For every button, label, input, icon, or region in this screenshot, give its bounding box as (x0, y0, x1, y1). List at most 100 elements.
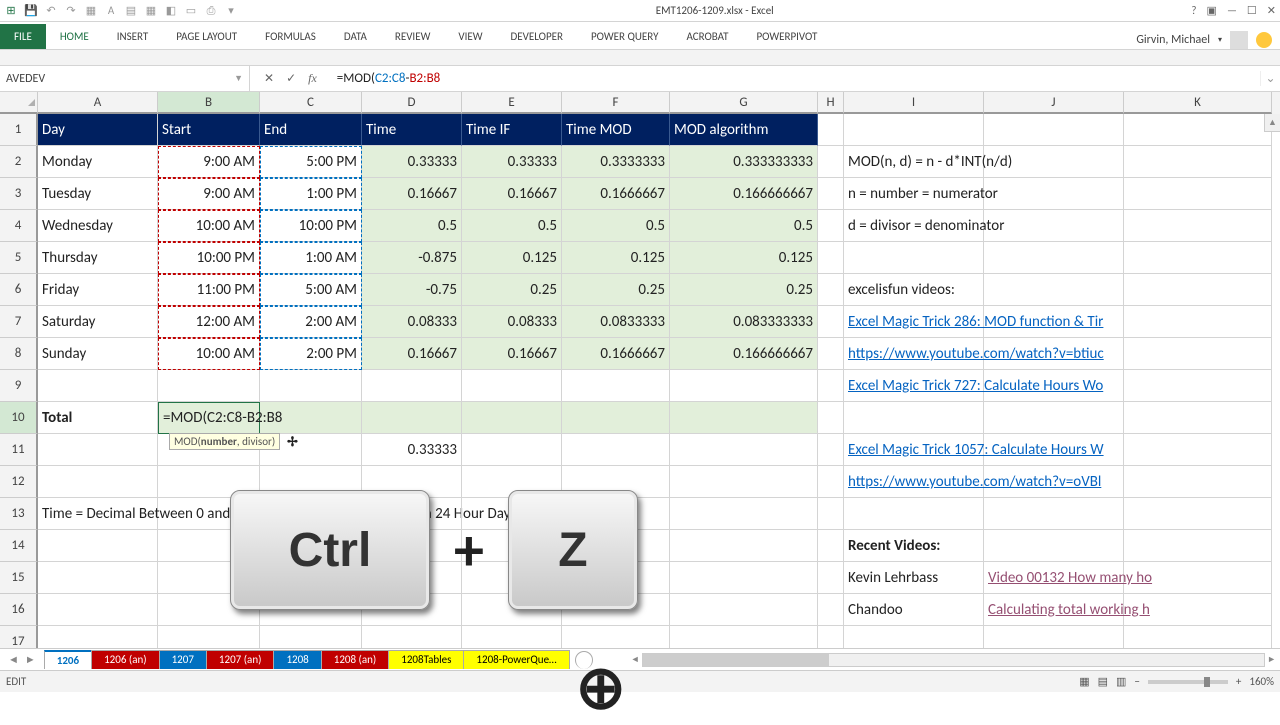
save-icon[interactable]: 💾 (24, 4, 38, 18)
cell[interactable] (1124, 402, 1272, 434)
ribbon-tab[interactable]: REVIEW (381, 24, 445, 49)
col-header[interactable]: H (818, 92, 844, 114)
cell[interactable]: 0.0833333 (562, 306, 670, 338)
sheet-tab[interactable]: 1207 (159, 650, 207, 669)
select-all-corner[interactable] (0, 92, 38, 114)
qat-icon[interactable]: ▦ (144, 4, 158, 18)
cell[interactable] (984, 498, 1124, 530)
cell[interactable]: https://www.youtube.com/watch?v=btiuc (844, 338, 984, 370)
cell[interactable]: 0.33333 (362, 434, 462, 466)
enter-icon[interactable]: ✓ (286, 71, 296, 86)
cell[interactable] (1124, 178, 1272, 210)
cell[interactable]: Video 00132 How many ho (984, 562, 1124, 594)
qat-icon[interactable]: ▦ (84, 4, 98, 18)
qat-icon[interactable]: ▾ (224, 4, 238, 18)
scroll-left-icon[interactable]: ◄ (631, 654, 640, 665)
qat-icon[interactable]: A (104, 4, 118, 18)
cell[interactable] (1124, 594, 1272, 626)
col-header[interactable]: J (984, 92, 1124, 114)
cell[interactable] (670, 626, 818, 648)
cell[interactable]: Recent Videos: (844, 530, 984, 562)
cell[interactable]: 0.08333 (462, 306, 562, 338)
cell[interactable]: 0.125 (670, 242, 818, 274)
cell[interactable]: 1:00 AM (260, 242, 362, 274)
name-box-dropdown-icon[interactable]: ▼ (234, 73, 243, 84)
col-header[interactable]: F (562, 92, 670, 114)
cell[interactable]: Time IF (462, 114, 562, 146)
maximize-icon[interactable]: ☐ (1247, 4, 1257, 17)
cell[interactable] (38, 530, 158, 562)
cell[interactable]: Calculating total working h (984, 594, 1124, 626)
cell[interactable] (670, 466, 818, 498)
cell[interactable]: Kevin Lehrbass (844, 562, 984, 594)
tab-nav-prev-icon[interactable]: ◄ (6, 653, 21, 666)
ribbon-tab[interactable]: VIEW (444, 24, 496, 49)
cell[interactable]: excelisfun videos: (844, 274, 984, 306)
cell[interactable] (818, 466, 844, 498)
cell[interactable]: Friday (38, 274, 158, 306)
cell[interactable] (260, 626, 362, 648)
zoom-slider[interactable] (1148, 680, 1228, 684)
cell[interactable] (984, 210, 1124, 242)
cell[interactable]: 10:00 AM (158, 210, 260, 242)
cell[interactable] (1124, 370, 1272, 402)
cell[interactable]: 0.16667 (462, 338, 562, 370)
row-header[interactable]: 16 (0, 594, 38, 626)
cell[interactable]: 0.16667 (462, 178, 562, 210)
cell[interactable]: 10:00 AM (158, 338, 260, 370)
sheet-tab[interactable]: 1208-PowerQue… (463, 650, 569, 669)
col-header[interactable]: E (462, 92, 562, 114)
cell[interactable]: 0.083333333 (670, 306, 818, 338)
cell[interactable] (1124, 434, 1272, 466)
ribbon-tab[interactable]: HOME (46, 24, 103, 49)
cell[interactable] (1124, 466, 1272, 498)
row-header[interactable]: 14 (0, 530, 38, 562)
cell[interactable] (818, 146, 844, 178)
cell[interactable]: Time MOD (562, 114, 670, 146)
cell[interactable] (1124, 530, 1272, 562)
fx-icon[interactable]: fx (308, 71, 317, 86)
cell[interactable] (984, 370, 1124, 402)
cell[interactable]: Chandoo (844, 594, 984, 626)
cell[interactable]: 0.33333 (462, 146, 562, 178)
row-header[interactable]: 8 (0, 338, 38, 370)
cell[interactable] (818, 498, 844, 530)
row-header[interactable]: 2 (0, 146, 38, 178)
cell[interactable] (462, 626, 562, 648)
cell[interactable] (158, 626, 260, 648)
ribbon-tab[interactable]: INSERT (103, 24, 163, 49)
row-header[interactable]: 10 (0, 402, 38, 434)
cell[interactable]: https://www.youtube.com/watch?v=oVBl (844, 466, 984, 498)
cell[interactable] (1124, 498, 1272, 530)
cell[interactable]: 0.08333 (362, 306, 462, 338)
cell[interactable] (984, 146, 1124, 178)
row-header[interactable]: 9 (0, 370, 38, 402)
cell[interactable]: 0.25 (462, 274, 562, 306)
cell[interactable] (1124, 562, 1272, 594)
scroll-track[interactable] (642, 653, 1266, 667)
cell[interactable]: n = number = numerator (844, 178, 984, 210)
cell[interactable]: Monday (38, 146, 158, 178)
cell[interactable] (844, 626, 984, 648)
row-header[interactable]: 15 (0, 562, 38, 594)
row-header[interactable]: 4 (0, 210, 38, 242)
formula-input[interactable]: =MOD(C2:C8-B2:B8 (331, 71, 1260, 86)
cell[interactable] (670, 594, 818, 626)
cell[interactable] (984, 434, 1124, 466)
cell[interactable]: 10:00 PM (260, 210, 362, 242)
redo-icon[interactable]: ↷ (64, 4, 78, 18)
cell[interactable]: 0.1666667 (562, 338, 670, 370)
cell[interactable]: 0.1666667 (562, 178, 670, 210)
zoom-level[interactable]: 160% (1249, 675, 1274, 688)
cell[interactable] (1124, 626, 1272, 648)
cell[interactable] (818, 402, 844, 434)
cell[interactable]: 2:00 AM (260, 306, 362, 338)
cell[interactable] (562, 434, 670, 466)
cell[interactable] (818, 562, 844, 594)
view-normal-icon[interactable]: ▦ (1079, 675, 1089, 688)
cell[interactable]: 0.33333 (362, 146, 462, 178)
cell[interactable] (1124, 210, 1272, 242)
cell[interactable] (818, 370, 844, 402)
cell[interactable] (984, 402, 1124, 434)
name-box[interactable]: AVEDEV ▼ (0, 66, 250, 91)
